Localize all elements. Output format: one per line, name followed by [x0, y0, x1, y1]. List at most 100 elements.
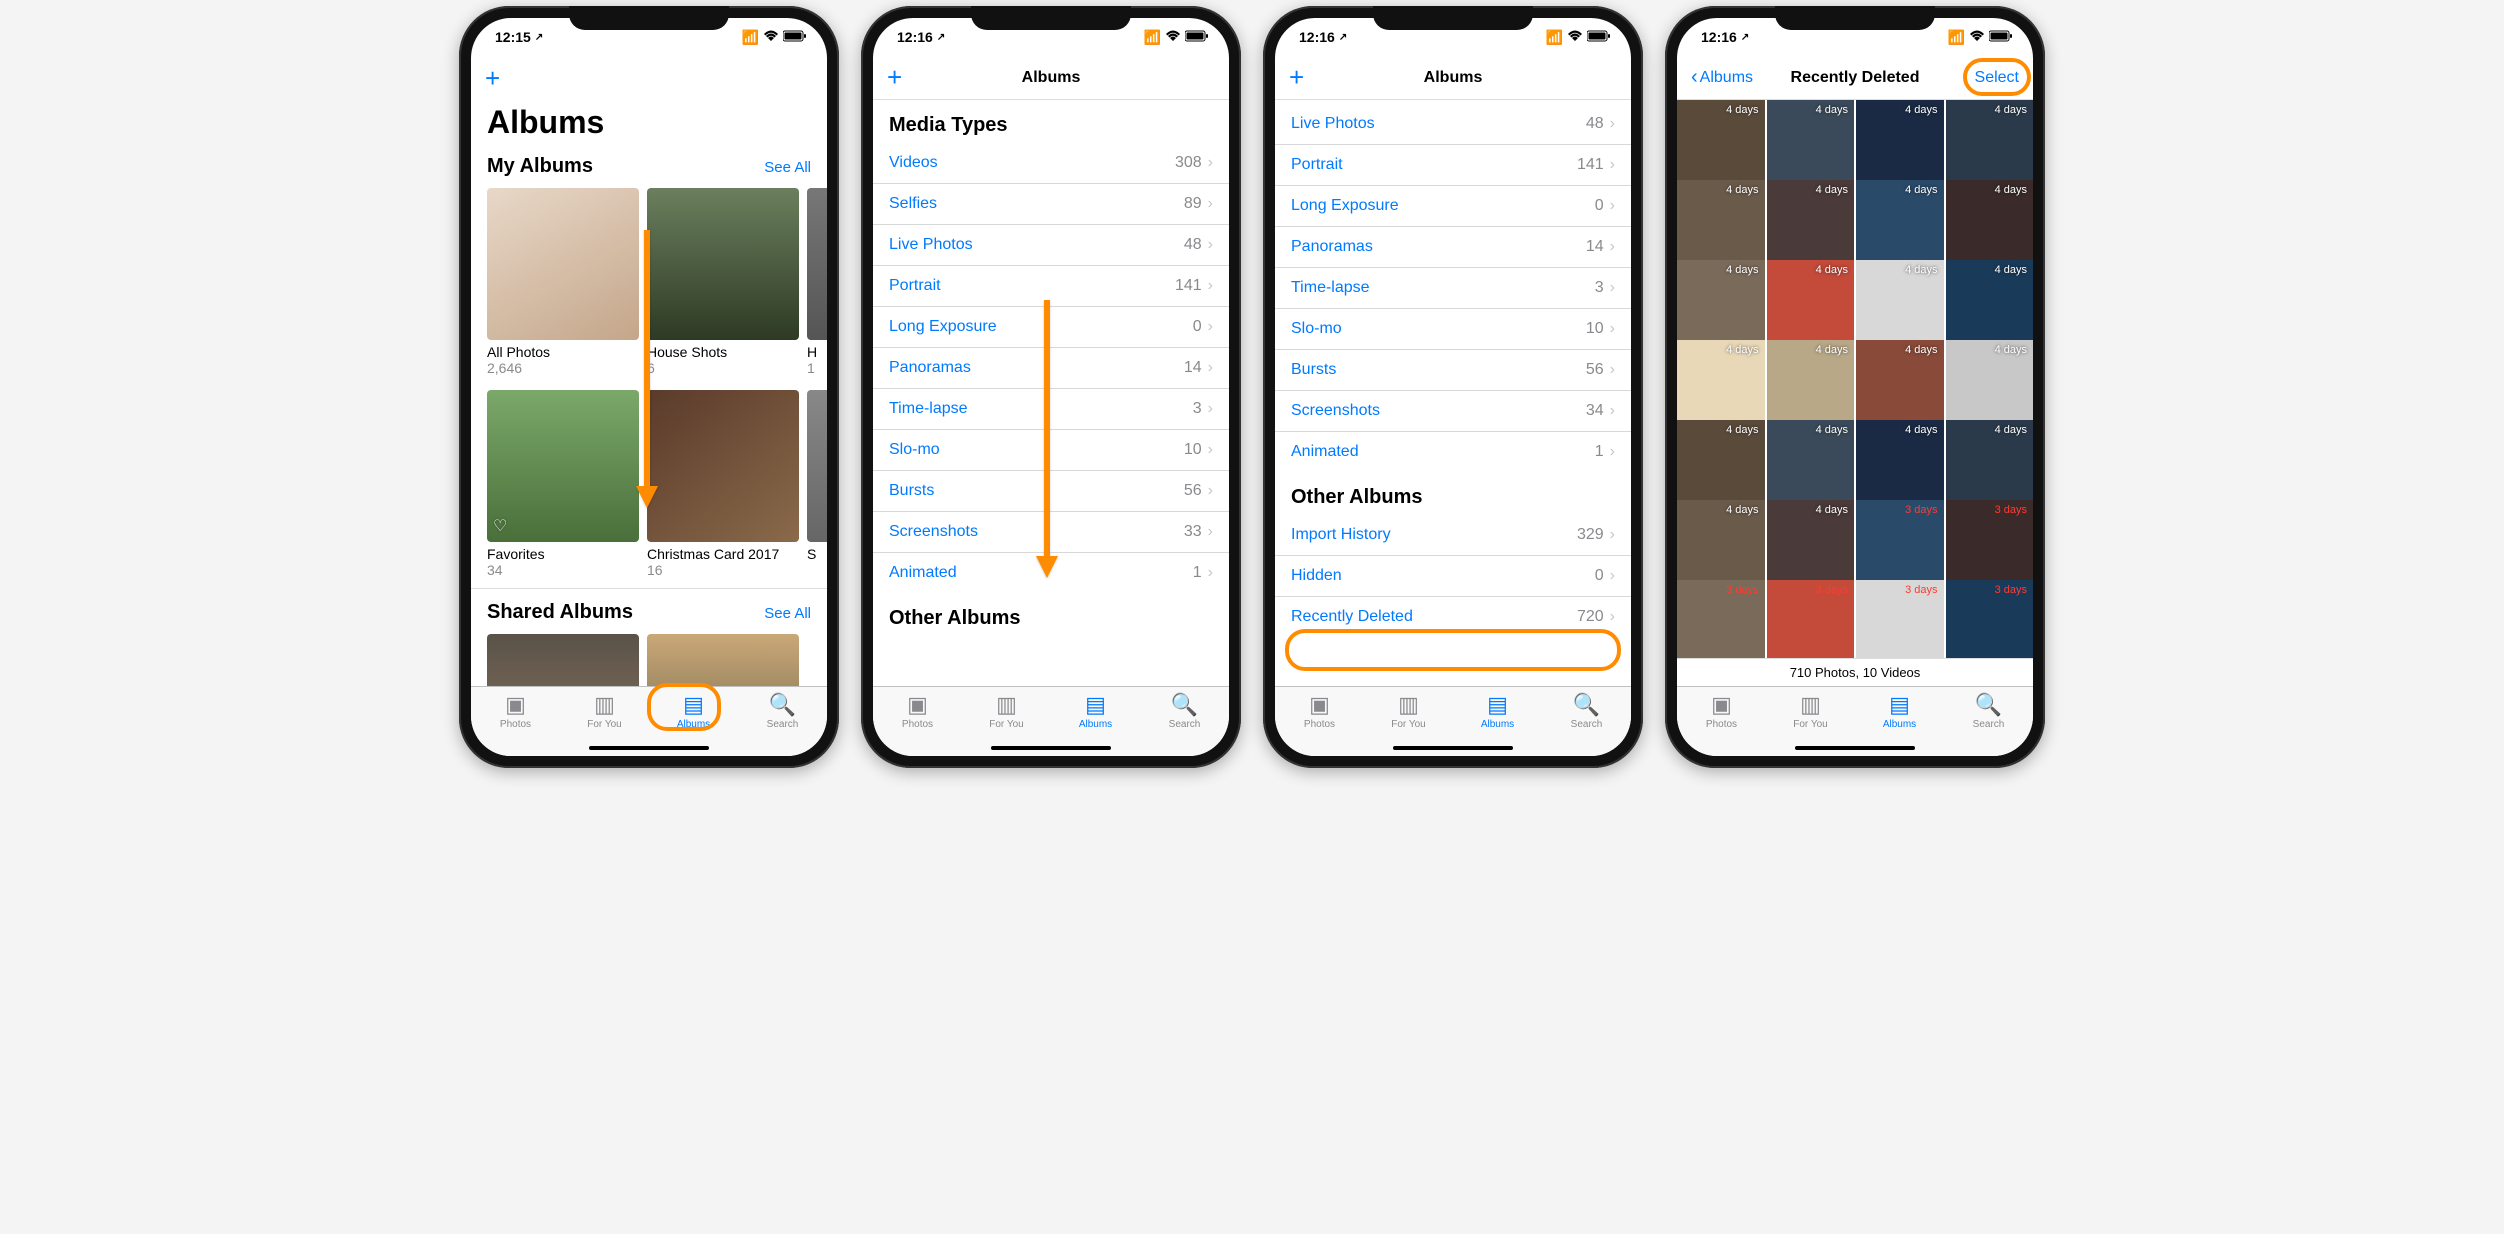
tab-albums[interactable]: ▤Albums [1463, 693, 1533, 730]
photo-thumbnail[interactable]: 4 days [1856, 260, 1944, 348]
add-button[interactable]: + [1289, 62, 1304, 93]
list-row-screenshots[interactable]: Screenshots 34 › [1275, 391, 1631, 432]
list-row-slo-mo[interactable]: Slo-mo 10 › [1275, 309, 1631, 350]
photos-icon: ▣ [505, 693, 526, 717]
tab-photos[interactable]: ▣Photos [481, 693, 551, 730]
list-row-import-history[interactable]: Import History 329 › [1275, 515, 1631, 556]
list-row-portrait[interactable]: Portrait 141 › [1275, 145, 1631, 186]
photo-thumbnail[interactable]: 4 days [1946, 420, 2034, 508]
nav-title: Albums [1424, 69, 1483, 87]
tab-search[interactable]: 🔍Search [748, 693, 818, 730]
album-item[interactable]: House Shots 6 [647, 188, 799, 376]
photo-thumbnail[interactable]: 3 days [1767, 580, 1855, 658]
days-remaining: 3 days [1726, 584, 1758, 596]
list-row-hidden[interactable]: Hidden 0 › [1275, 556, 1631, 597]
album-item[interactable]: H 1 [807, 188, 827, 376]
photo-thumbnail[interactable]: 4 days [1677, 180, 1765, 268]
add-button[interactable]: + [485, 63, 500, 94]
album-item[interactable] [487, 634, 639, 686]
tab-search[interactable]: 🔍Search [1552, 693, 1622, 730]
tab-photos[interactable]: ▣Photos [883, 693, 953, 730]
tab-albums[interactable]: ▤Albums [1865, 693, 1935, 730]
album-item[interactable]: Christmas Card 2017 16 [647, 390, 799, 578]
photo-thumbnail[interactable]: 4 days [1856, 180, 1944, 268]
album-item[interactable]: ♡ Favorites 34 [487, 390, 639, 578]
photo-thumbnail[interactable]: 3 days [1856, 500, 1944, 588]
photo-thumbnail[interactable]: 4 days [1856, 340, 1944, 428]
see-all-link[interactable]: See All [764, 605, 811, 622]
tab-for-you[interactable]: ▥For You [1776, 693, 1846, 730]
list-row-long-exposure[interactable]: Long Exposure 0 › [1275, 186, 1631, 227]
select-button[interactable]: Select [1975, 69, 2019, 87]
album-item[interactable]: S [807, 390, 827, 578]
heart-box-icon: ▥ [594, 693, 615, 717]
home-indicator[interactable] [589, 746, 709, 750]
chevron-right-icon: › [1208, 236, 1213, 254]
photo-thumbnail[interactable]: 4 days [1946, 100, 2034, 188]
list-row-bursts[interactable]: Bursts 56 › [1275, 350, 1631, 391]
row-count: 1 [1595, 443, 1604, 461]
tab-albums[interactable]: ▤Albums [1061, 693, 1131, 730]
nav-bar: ‹Albums Recently Deleted Select [1677, 56, 2033, 100]
list-row-portrait[interactable]: Portrait 141 › [873, 266, 1229, 307]
list-row-panoramas[interactable]: Panoramas 14 › [1275, 227, 1631, 268]
tab-photos[interactable]: ▣Photos [1687, 693, 1757, 730]
chevron-right-icon: › [1208, 441, 1213, 459]
photo-thumbnail[interactable]: 4 days [1946, 180, 2034, 268]
list-row-recently-deleted[interactable]: Recently Deleted 720 › [1275, 597, 1631, 637]
photo-thumbnail[interactable]: 4 days [1677, 500, 1765, 588]
days-remaining: 4 days [1726, 424, 1758, 436]
tab-for-you[interactable]: ▥For You [1374, 693, 1444, 730]
photo-thumbnail[interactable]: 3 days [1677, 580, 1765, 658]
list-row-animated[interactable]: Animated 1 › [1275, 432, 1631, 472]
photo-thumbnail[interactable]: 4 days [1946, 260, 2034, 348]
list-row-live-photos[interactable]: Live Photos 48 › [873, 225, 1229, 266]
home-indicator[interactable] [991, 746, 1111, 750]
tab-search[interactable]: 🔍Search [1150, 693, 1220, 730]
photo-thumbnail[interactable]: 4 days [1677, 100, 1765, 188]
list-row-long-exposure[interactable]: Long Exposure 0 › [873, 307, 1229, 348]
list-row-videos[interactable]: Videos 308 › [873, 143, 1229, 184]
list-row-screenshots[interactable]: Screenshots 33 › [873, 512, 1229, 553]
list-row-bursts[interactable]: Bursts 56 › [873, 471, 1229, 512]
photo-thumbnail[interactable]: 3 days [1856, 580, 1944, 658]
photo-thumbnail[interactable]: 4 days [1677, 260, 1765, 348]
photo-thumbnail[interactable]: 3 days [1946, 580, 2034, 658]
back-button[interactable]: ‹Albums [1691, 66, 1753, 89]
tab-photos[interactable]: ▣Photos [1285, 693, 1355, 730]
tab-for-you[interactable]: ▥For You [570, 693, 640, 730]
list-row-slo-mo[interactable]: Slo-mo 10 › [873, 430, 1229, 471]
album-item[interactable]: All Photos 2,646 [487, 188, 639, 376]
album-item[interactable] [647, 634, 799, 686]
tab-for-you[interactable]: ▥For You [972, 693, 1042, 730]
time: 12:16 [1299, 29, 1335, 45]
photo-thumbnail[interactable]: 3 days [1946, 500, 2034, 588]
tab-search[interactable]: 🔍Search [1954, 693, 2024, 730]
row-label: Portrait [1291, 156, 1571, 174]
photo-thumbnail[interactable]: 4 days [1856, 100, 1944, 188]
photo-thumbnail[interactable]: 4 days [1946, 340, 2034, 428]
list-row-panoramas[interactable]: Panoramas 14 › [873, 348, 1229, 389]
photo-thumbnail[interactable]: 4 days [1767, 180, 1855, 268]
photo-thumbnail[interactable]: 4 days [1767, 260, 1855, 348]
home-indicator[interactable] [1795, 746, 1915, 750]
days-remaining: 3 days [1816, 584, 1848, 596]
see-all-link[interactable]: See All [764, 159, 811, 176]
photo-thumbnail[interactable]: 4 days [1767, 500, 1855, 588]
list-row-live-photos[interactable]: Live Photos 48 › [1275, 104, 1631, 145]
list-row-selfies[interactable]: Selfies 89 › [873, 184, 1229, 225]
photo-thumbnail[interactable]: 4 days [1767, 340, 1855, 428]
photo-thumbnail[interactable]: 4 days [1767, 100, 1855, 188]
add-button[interactable]: + [887, 62, 902, 93]
home-indicator[interactable] [1393, 746, 1513, 750]
phone-1: 12:15↗ 📶 + Albums My Albums See All All … [459, 6, 839, 768]
wifi-icon [1165, 29, 1181, 45]
photo-thumbnail[interactable]: 4 days [1677, 340, 1765, 428]
photo-thumbnail[interactable]: 4 days [1767, 420, 1855, 508]
photo-thumbnail[interactable]: 4 days [1677, 420, 1765, 508]
list-row-time-lapse[interactable]: Time-lapse 3 › [873, 389, 1229, 430]
photo-thumbnail[interactable]: 4 days [1856, 420, 1944, 508]
list-row-time-lapse[interactable]: Time-lapse 3 › [1275, 268, 1631, 309]
list-row-animated[interactable]: Animated 1 › [873, 553, 1229, 593]
tab-albums[interactable]: ▤Albums [659, 693, 729, 730]
